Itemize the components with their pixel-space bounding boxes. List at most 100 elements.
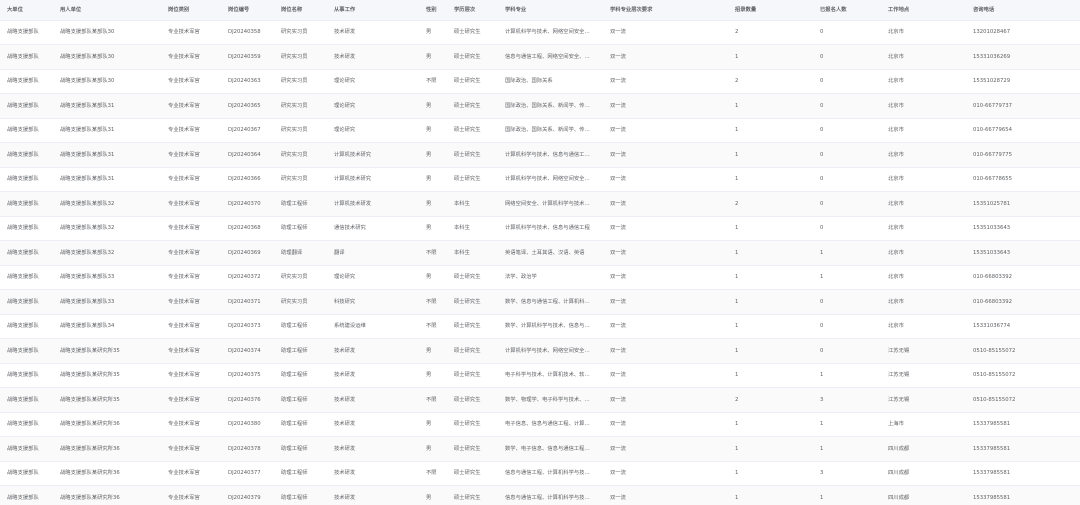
cell-applicant-count: 0 <box>813 314 881 339</box>
table-row[interactable]: 战略支援部队 战略支援部队某部队31 专业技术军官 DJ20240364 研究实习员 计算… <box>0 142 1080 168</box>
cell-work-content: 计算机技术研究 <box>327 167 419 192</box>
column-header-employer[interactable]: 用人单位 <box>53 0 161 21</box>
cell-major-unit: 战略支援部队 <box>0 142 53 168</box>
table-row[interactable]: 战略支援部队 战略支援部队某部队31 专业技术军官 DJ20240366 研究实习员 计算… <box>0 167 1080 192</box>
cell-position-category: 专业技术军官 <box>161 167 221 192</box>
column-header-major-level-requirement[interactable]: 学科专业层次要求 <box>603 0 728 21</box>
table-row[interactable]: 战略支援部队 战略支援部队某部队32 专业技术军官 DJ20240370 助理工程师 计算… <box>0 191 1080 217</box>
table-row[interactable]: 战略支援部队 战略支援部队某部队32 专业技术军官 DJ20240369 助理翻译 翻译不… <box>0 240 1080 266</box>
cell-major-level-requirement: 双一流 <box>603 118 728 143</box>
table-row[interactable]: 战略支援部队 战略支援部队某研究所36 专业技术军官 DJ20240380 助理工程师技… <box>0 412 1080 437</box>
cell-work-content: 技术研发 <box>327 387 419 413</box>
cell-applicant-count: 1 <box>813 412 881 437</box>
table-row[interactable]: 战略支援部队 战略支援部队某研究所36 专业技术军官 DJ20240377 助理工程师技… <box>0 461 1080 486</box>
column-header-work-content[interactable]: 从事工作 <box>327 0 419 21</box>
table-row[interactable]: 战略支援部队 战略支援部队某部队34 专业技术军官 DJ20240373 助理工程师 系统… <box>0 314 1080 339</box>
cell-position-code: DJ20240372 <box>221 265 274 290</box>
cell-employer: 战略支援部队某部队31 <box>53 142 161 168</box>
column-header-contact-phone[interactable]: 咨询电话 <box>966 0 1080 21</box>
cell-major-level-requirement: 双一流 <box>603 412 728 437</box>
cell-applicant-count: 1 <box>813 485 881 505</box>
cell-contact-phone: 15337985581 <box>966 436 1080 462</box>
cell-position-code: DJ20240374 <box>221 338 274 364</box>
cell-contact-phone: 15351028729 <box>966 69 1080 94</box>
table-row[interactable]: 战略支援部队 战略支援部队某研究所35 专业技术军官 DJ20240374 助理工程师技… <box>0 338 1080 364</box>
cell-major-unit: 战略支援部队 <box>0 69 53 94</box>
cell-education-level: 硕士研究生 <box>447 485 498 505</box>
cell-position-category: 专业技术军官 <box>161 289 221 315</box>
cell-position-name: 研究实习员 <box>274 142 327 168</box>
cell-work-content: 技术研发 <box>327 461 419 486</box>
column-header-recruit-count[interactable]: 招录数量 <box>728 0 813 21</box>
cell-recruit-count: 1 <box>728 314 813 339</box>
table-row[interactable]: 战略支援部队 战略支援部队某部队30 专业技术军官 DJ20240359 研究实习员 技术… <box>0 44 1080 70</box>
column-header-position-code[interactable]: 岗位编号 <box>221 0 274 21</box>
cell-applicant-count: 3 <box>813 461 881 486</box>
cell-major-level-requirement: 双一流 <box>603 461 728 486</box>
cell-gender: 不限 <box>419 314 447 339</box>
table-row[interactable]: 战略支援部队 战略支援部队某研究所35 专业技术军官 DJ20240376 助理工程师技… <box>0 387 1080 413</box>
cell-position-code: DJ20240380 <box>221 412 274 437</box>
cell-work-content: 技术研发 <box>327 44 419 70</box>
cell-work-location: 北京市 <box>881 20 966 45</box>
cell-recruit-count: 1 <box>728 485 813 505</box>
cell-recruit-count: 1 <box>728 167 813 192</box>
table-row[interactable]: 战略支援部队 战略支援部队某部队33 专业技术军官 DJ20240371 研究实习员 科技… <box>0 289 1080 315</box>
cell-work-location: 江苏无锡 <box>881 338 966 364</box>
cell-gender: 男 <box>419 167 447 192</box>
cell-major-level-requirement: 双一流 <box>603 93 728 119</box>
cell-work-location: 上海市 <box>881 412 966 437</box>
column-header-education-level[interactable]: 学历层次 <box>447 0 498 21</box>
cell-position-category: 专业技术军官 <box>161 44 221 70</box>
table-row[interactable]: 战略支援部队 战略支援部队某部队30 专业技术军官 DJ20240358 研究实习员 技术… <box>0 20 1080 45</box>
table-row[interactable]: 战略支援部队 战略支援部队某部队33 专业技术军官 DJ20240372 研究实习员 理论… <box>0 265 1080 290</box>
cell-recruit-count: 1 <box>728 93 813 119</box>
cell-major-unit: 战略支援部队 <box>0 93 53 119</box>
cell-major-unit: 战略支援部队 <box>0 44 53 70</box>
table-row[interactable]: 战略支援部队 战略支援部队某部队30 专业技术军官 DJ20240363 研究实习员 理论… <box>0 69 1080 94</box>
table-row[interactable]: 战略支援部队 战略支援部队某研究所36 专业技术军官 DJ20240378 助理工程师技… <box>0 436 1080 462</box>
cell-work-location: 北京市 <box>881 93 966 119</box>
cell-employer: 战略支援部队某部队30 <box>53 20 161 45</box>
cell-major-level-requirement: 双一流 <box>603 485 728 505</box>
job-table-container: 大单位 用人单位 岗位类别 岗位编号 岗位名称 从事工作 性别 学历层次 学科专… <box>0 0 1080 505</box>
cell-work-location: 北京市 <box>881 167 966 192</box>
column-header-gender[interactable]: 性别 <box>419 0 447 21</box>
cell-education-level: 硕士研究生 <box>447 265 498 290</box>
cell-major-level-requirement: 双一流 <box>603 216 728 241</box>
cell-recruit-count: 1 <box>728 363 813 388</box>
cell-recruit-count: 1 <box>728 265 813 290</box>
cell-position-name: 助理工程师 <box>274 191 327 217</box>
column-header-applicant-count[interactable]: 已报名人数 <box>813 0 881 21</box>
cell-work-location: 四川成都 <box>881 436 966 462</box>
cell-employer: 战略支援部队某部队30 <box>53 44 161 70</box>
cell-gender: 男 <box>419 485 447 505</box>
table-row[interactable]: 战略支援部队 战略支援部队某研究所35 专业技术军官 DJ20240375 助理工程师技… <box>0 363 1080 388</box>
cell-work-content: 计算机技术研究 <box>327 142 419 168</box>
cell-education-level: 硕士研究生 <box>447 69 498 94</box>
cell-position-category: 专业技术军官 <box>161 93 221 119</box>
cell-major-level-requirement: 双一流 <box>603 167 728 192</box>
cell-major-level-requirement: 双一流 <box>603 240 728 266</box>
cell-employer: 战略支援部队某部队32 <box>53 240 161 266</box>
column-header-position-name[interactable]: 岗位名称 <box>274 0 327 21</box>
cell-recruit-count: 1 <box>728 216 813 241</box>
table-row[interactable]: 战略支援部队 战略支援部队某部队31 专业技术军官 DJ20240365 研究实习员 理论… <box>0 93 1080 119</box>
column-header-major-unit[interactable]: 大单位 <box>0 0 53 21</box>
cell-work-location: 江苏无锡 <box>881 363 966 388</box>
table-row[interactable]: 战略支援部队 战略支援部队某研究所36 专业技术军官 DJ20240379 助理工程师技… <box>0 485 1080 505</box>
table-row[interactable]: 战略支援部队 战略支援部队某部队32 专业技术军官 DJ20240368 助理工程师 通信… <box>0 216 1080 241</box>
column-header-work-location[interactable]: 工作地点 <box>881 0 966 21</box>
cell-recruit-count: 1 <box>728 142 813 168</box>
column-header-position-category[interactable]: 岗位类别 <box>161 0 221 21</box>
column-header-major[interactable]: 学科专业 <box>498 0 603 21</box>
cell-work-content: 理论研究 <box>327 118 419 143</box>
cell-contact-phone: 0510-85155072 <box>966 338 1080 364</box>
cell-position-code: DJ20240359 <box>221 44 274 70</box>
table-row[interactable]: 战略支援部队 战略支援部队某部队31 专业技术军官 DJ20240367 研究实习员 理论… <box>0 118 1080 143</box>
cell-major: 电子信息、信息与通信工程、计算… <box>498 412 603 437</box>
cell-major-unit: 战略支援部队 <box>0 412 53 437</box>
cell-applicant-count: 0 <box>813 289 881 315</box>
cell-gender: 不限 <box>419 387 447 413</box>
cell-work-content: 技术研发 <box>327 338 419 364</box>
